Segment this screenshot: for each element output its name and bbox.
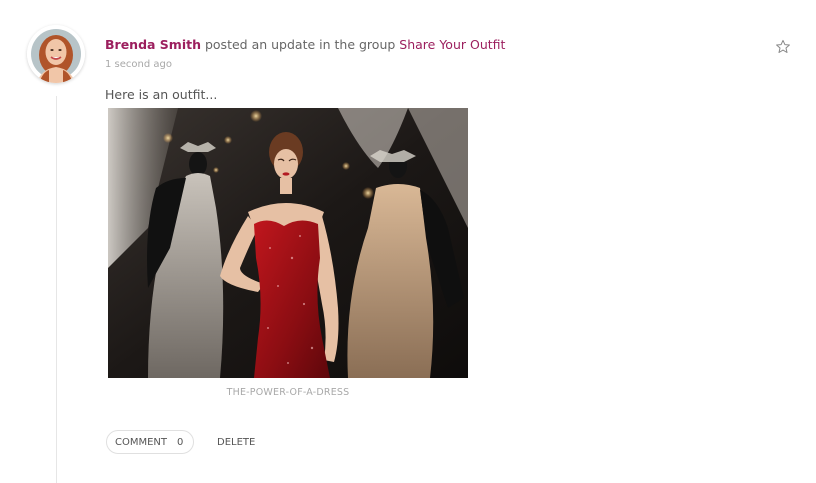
comment-button[interactable]: COMMENT 0 bbox=[106, 430, 195, 454]
action-text: posted an update in the group bbox=[201, 37, 400, 52]
image-caption: THE-POWER-OF-A-DRESS bbox=[226, 387, 350, 398]
activity-thread-line bbox=[56, 96, 57, 483]
delete-button[interactable]: DELETE bbox=[217, 437, 255, 448]
favorite-button[interactable] bbox=[775, 39, 791, 55]
group-link[interactable]: Share Your Outfit bbox=[399, 37, 505, 52]
timestamp[interactable]: 1 second ago bbox=[105, 59, 172, 70]
post-image[interactable] bbox=[108, 108, 468, 378]
comment-count: 0 bbox=[177, 436, 184, 448]
post-content: Here is an outfit... bbox=[105, 87, 218, 102]
avatar[interactable] bbox=[27, 25, 85, 83]
author-link[interactable]: Brenda Smith bbox=[105, 37, 201, 52]
activity-header: Brenda Smith posted an update in the gro… bbox=[105, 37, 505, 52]
star-outline-icon bbox=[776, 39, 790, 53]
comment-label: COMMENT bbox=[115, 436, 168, 448]
